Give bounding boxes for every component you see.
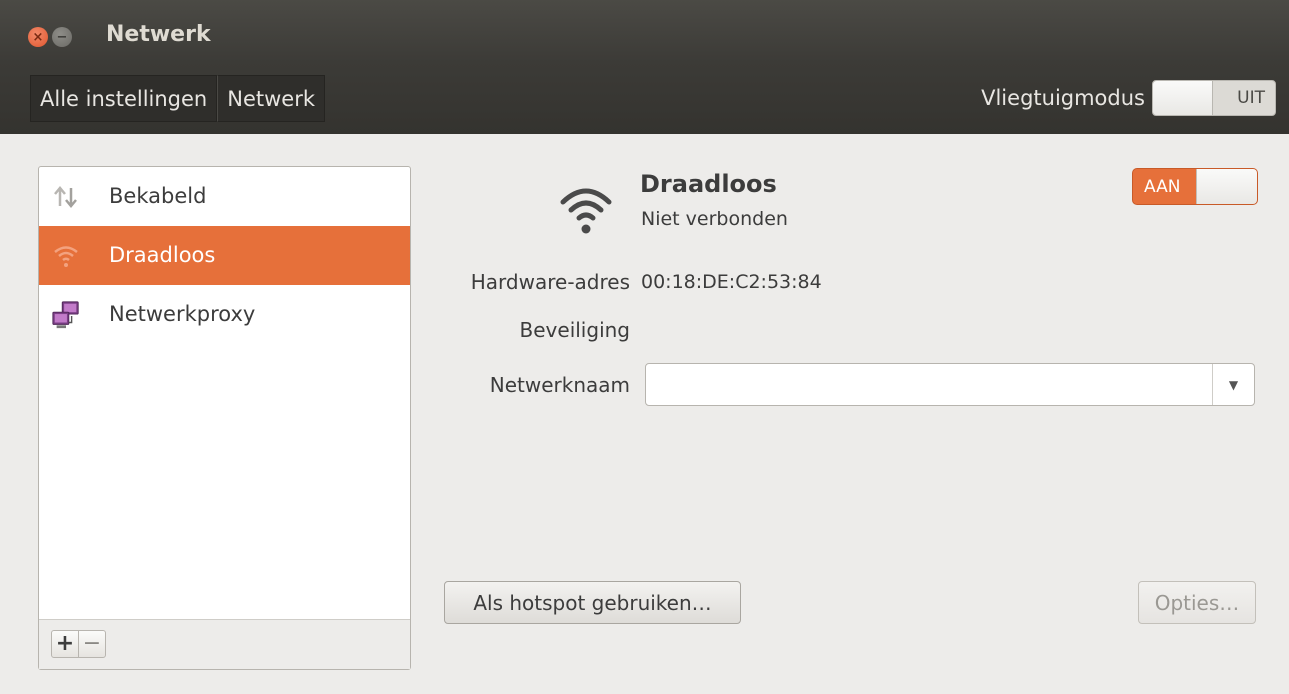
- window-title: Netwerk: [106, 22, 211, 47]
- options-button[interactable]: Opties…: [1138, 581, 1256, 624]
- chevron-down-icon: ▼: [1228, 377, 1239, 392]
- sidebar-item-label: Bekabeld: [109, 184, 207, 208]
- toolbar: Alle instellingen Netwerk Vliegtuigmodus…: [0, 62, 1289, 134]
- sidebar-item-label: Draadloos: [109, 243, 216, 267]
- wifi-icon: [557, 180, 615, 236]
- hardware-address-value: 00:18:DE:C2:53:84: [641, 271, 822, 293]
- title-bar: × − Netwerk: [0, 0, 1289, 62]
- sidebar-item-wireless[interactable]: Draadloos: [39, 226, 410, 285]
- switch-state-label: UIT: [1237, 88, 1265, 108]
- device-name: Draadloos: [640, 170, 777, 198]
- device-list: Bekabeld Draadloos Netwerkproxy + −: [38, 166, 411, 670]
- security-label: Beveiliging: [519, 318, 630, 342]
- remove-device-button[interactable]: −: [78, 630, 106, 658]
- close-icon[interactable]: ×: [28, 27, 48, 47]
- breadcrumb: Alle instellingen Netwerk: [30, 75, 326, 122]
- wifi-icon: [51, 241, 81, 271]
- minimize-icon[interactable]: −: [52, 27, 72, 47]
- device-list-actions: + −: [39, 619, 410, 669]
- device-status: Niet verbonden: [641, 208, 788, 230]
- dropdown-arrow[interactable]: ▼: [1212, 364, 1254, 405]
- sidebar-item-wired[interactable]: Bekabeld: [39, 167, 410, 226]
- wireless-toggle-switch[interactable]: AAN: [1132, 168, 1258, 205]
- airplane-mode-switch[interactable]: UIT: [1152, 80, 1276, 116]
- sidebar-item-label: Netwerkproxy: [109, 302, 256, 326]
- network-name-combobox[interactable]: ▼: [645, 363, 1255, 406]
- breadcrumb-all-settings[interactable]: Alle instellingen: [30, 75, 218, 122]
- breadcrumb-network[interactable]: Netwerk: [217, 75, 326, 122]
- sidebar-item-proxy[interactable]: Netwerkproxy: [39, 285, 410, 344]
- wired-arrows-icon: [51, 182, 81, 212]
- network-proxy-icon: [51, 300, 81, 330]
- switch-knob: [1196, 169, 1257, 204]
- airplane-mode-label: Vliegtuigmodus: [981, 86, 1145, 110]
- switch-knob: [1153, 81, 1213, 115]
- hardware-address-label: Hardware-adres: [470, 270, 630, 294]
- switch-state-label: AAN: [1144, 177, 1181, 197]
- add-device-button[interactable]: +: [51, 630, 79, 658]
- use-as-hotspot-button[interactable]: Als hotspot gebruiken…: [444, 581, 741, 624]
- network-name-label: Netwerknaam: [489, 373, 630, 397]
